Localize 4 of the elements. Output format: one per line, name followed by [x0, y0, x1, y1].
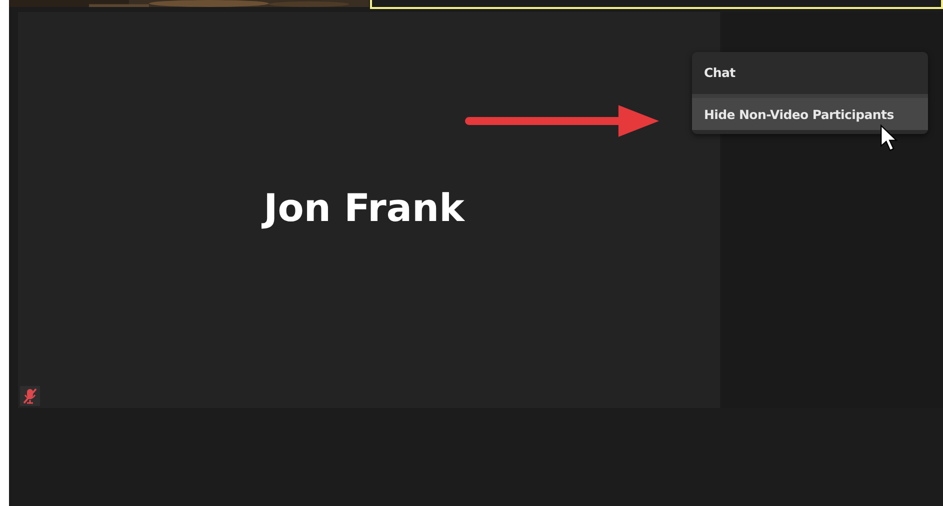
cursor-icon: [880, 123, 898, 153]
menu-item[interactable]: Chat: [692, 52, 928, 92]
menu-item[interactable]: Hide Non-Video Participants: [692, 98, 928, 130]
participant-name: Jon Frank: [264, 186, 464, 230]
